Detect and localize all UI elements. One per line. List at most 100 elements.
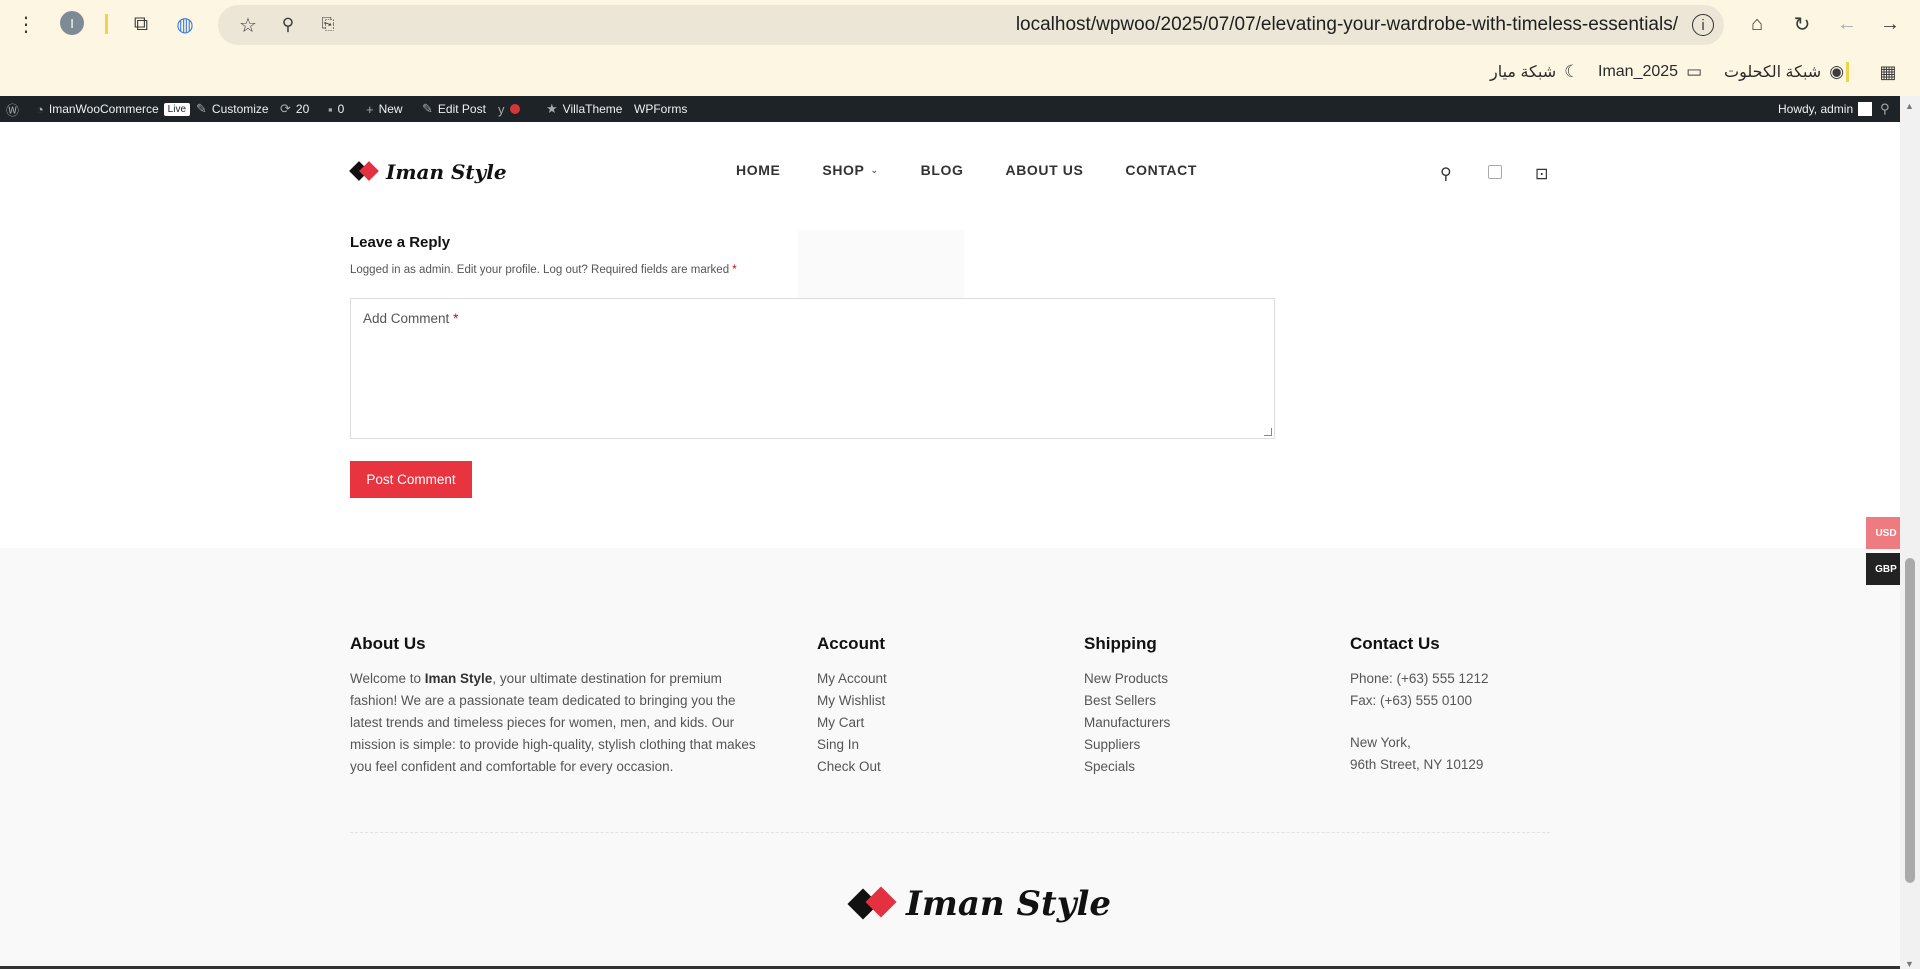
bookmark-label: شبكة الكحلوت (1724, 64, 1822, 81)
bookmark-label: شبكة ميار (1490, 64, 1557, 81)
about-text-start: Welcome to (350, 671, 425, 686)
nav-home[interactable]: HOME (736, 162, 780, 178)
account-image-icon[interactable] (1488, 165, 1502, 179)
reload-icon[interactable]: ↻ (1790, 12, 1814, 36)
address-bar[interactable]: ☆ ⚲ ⎘ localhost/wpwoo/2025/07/07/elevati… (218, 5, 1724, 45)
cart-bag-icon[interactable]: ⊡ (1535, 164, 1548, 184)
site-info-icon[interactable]: i (1692, 14, 1714, 36)
updates-icon: ⟳ (280, 101, 291, 116)
site-header: Iman Style HOME SHOP ⌄ BLOG ABOUT US CON… (0, 122, 1900, 222)
edit-post-link[interactable]: ✎ Edit Post (422, 96, 486, 122)
apps-grid-icon[interactable]: ▦ (1876, 60, 1900, 84)
nav-contact[interactable]: CONTACT (1125, 162, 1197, 178)
my-account-link[interactable]: Howdy, admin (1778, 96, 1873, 122)
updates-link[interactable]: ⟳ 20 (280, 96, 309, 122)
footer-link-suppliers[interactable]: Suppliers (1084, 734, 1170, 756)
new-content-link[interactable]: + New (366, 96, 403, 122)
url-text[interactable]: localhost/wpwoo/2025/07/07/elevating-you… (1016, 5, 1678, 45)
footer-about-text: Welcome to Iman Style, your ultimate des… (350, 668, 760, 778)
site-logo[interactable]: Iman Style (349, 160, 507, 184)
bookmark-item-2[interactable]: Iman_2025 ▭ (1598, 60, 1702, 84)
home-icon[interactable]: ⌂ (1745, 12, 1769, 36)
site-name-link[interactable]: ◔ ImanWooCommerce Live (36, 96, 191, 122)
footer-link-my-cart[interactable]: My Cart (817, 712, 887, 734)
logo-diamond-icon (349, 161, 380, 182)
customize-label: Customize (211, 102, 269, 116)
zoom-icon[interactable]: ⚲ (276, 13, 300, 37)
comment-textarea[interactable]: Add Comment * (350, 298, 1275, 439)
about-brand: Iman Style (424, 671, 493, 686)
footer-fax: Fax: (+63) 555 0100 (1350, 693, 1472, 708)
footer-about-title: About Us (350, 634, 426, 653)
howdy-label: Howdy, admin (1778, 102, 1854, 116)
footer-contact: Contact Us Phone: (+63) 555 1212 Fax: (+… (1350, 634, 1489, 776)
footer-link-check-out[interactable]: Check Out (817, 756, 887, 778)
logged-in-notice: Logged in as admin. Edit your profile. L… (350, 264, 737, 276)
footer-city: New York, (1350, 735, 1411, 750)
main-nav: HOME SHOP ⌄ BLOG ABOUT US CONTACT (736, 162, 1197, 178)
avatar (1858, 102, 1873, 116)
profile-avatar[interactable]: I (60, 11, 84, 35)
menu-dots-icon[interactable]: ⋮ (16, 12, 36, 36)
footer-about: About Us Welcome to Iman Style, your ult… (350, 634, 760, 778)
scroll-up-arrow-icon[interactable]: ▲ (1905, 101, 1914, 111)
scrollbar-thumb[interactable] (1905, 558, 1915, 883)
footer-link-new-products[interactable]: New Products (1084, 668, 1170, 690)
nav-shop[interactable]: SHOP ⌄ (822, 162, 878, 178)
footer-contact-title: Contact Us (1350, 634, 1440, 653)
chevron-down-icon: ⌄ (870, 164, 879, 175)
ie-tab-icon[interactable]: ◍ (172, 12, 198, 36)
forward-icon[interactable]: → (1878, 12, 1902, 36)
resize-handle-icon[interactable] (1264, 428, 1272, 436)
footer-phone: Phone: (+63) 555 1212 (1350, 671, 1489, 686)
bookmark-item-1[interactable]: شبكة الكحلوت ◉ (1724, 60, 1844, 84)
footer-link-manufacturers[interactable]: Manufacturers (1084, 712, 1170, 734)
comment-required-mark: * (453, 311, 459, 326)
wp-admin-bar: Ⓦ ◔ ImanWooCommerce Live ✎ Customize ⟳ 2… (0, 96, 1920, 122)
admin-search-icon[interactable]: ⚲ (1880, 96, 1890, 122)
dashboard-icon: ◔ (36, 101, 44, 117)
reply-title: Leave a Reply (350, 234, 451, 251)
customize-link[interactable]: ✎ Customize (196, 96, 269, 122)
about-text-end: , your ultimate destination for premium … (350, 671, 756, 774)
seo-status-dot (509, 104, 520, 114)
search-icon[interactable]: ⚲ (1440, 164, 1452, 184)
comments-count: 0 (337, 102, 345, 116)
footer-link-my-account[interactable]: My Account (817, 668, 887, 690)
bookmark-star-icon[interactable]: ☆ (236, 13, 260, 37)
villatheme-link[interactable]: ★ VillaTheme (546, 96, 622, 122)
footer-logo[interactable]: Iman Style (847, 884, 1112, 924)
nav-blog[interactable]: BLOG (921, 162, 964, 178)
footer-street: 96th Street, NY 10129 (1350, 757, 1484, 772)
wpforms-link[interactable]: WPForms (634, 96, 687, 122)
footer-link-best-sellers[interactable]: Best Sellers (1084, 690, 1170, 712)
site-name: ImanWooCommerce (48, 102, 159, 116)
translate-icon[interactable]: ⎘ (316, 13, 340, 37)
footer-link-specials[interactable]: Specials (1084, 756, 1170, 778)
footer-logo-text: Iman Style (906, 884, 1112, 924)
site-footer: About Us Welcome to Iman Style, your ult… (0, 548, 1900, 969)
footer-shipping: Shipping New Products Best Sellers Manuf… (1084, 634, 1170, 778)
plus-icon: + (366, 101, 374, 117)
updates-count: 20 (295, 102, 310, 116)
post-comment-button[interactable]: Post Comment (350, 461, 472, 498)
comments-link[interactable]: ▪ 0 (328, 96, 344, 122)
footer-link-sign-in[interactable]: Sing In (817, 734, 887, 756)
required-mark: * (732, 264, 737, 276)
logo-text: Iman Style (386, 160, 507, 184)
scroll-down-arrow-icon[interactable]: ▼ (1905, 959, 1914, 969)
brush-icon: ✎ (196, 101, 207, 116)
yoast-seo-link[interactable]: y (498, 96, 520, 122)
nav-about-us[interactable]: ABOUT US (1005, 162, 1083, 178)
back-icon[interactable]: ← (1835, 12, 1859, 36)
new-label: New (378, 102, 403, 116)
villatheme-label: VillaTheme (562, 102, 623, 116)
bookmark-item-3[interactable]: شبكة ميار ☾ (1490, 60, 1579, 84)
page-scrollbar[interactable]: ▲ ▼ (1900, 96, 1920, 969)
footer-link-my-wishlist[interactable]: My Wishlist (817, 690, 887, 712)
browser-toolbar: ⋮ I ⧉ ◍ ☆ ⚲ ⎘ localhost/wpwoo/2025/07/07… (0, 0, 1920, 96)
extensions-icon[interactable]: ⧉ (128, 12, 154, 36)
comment-placeholder-text: Add Comment (363, 311, 450, 326)
footer-logo-diamond-icon (847, 886, 898, 921)
wp-logo-icon[interactable]: Ⓦ (6, 96, 19, 122)
